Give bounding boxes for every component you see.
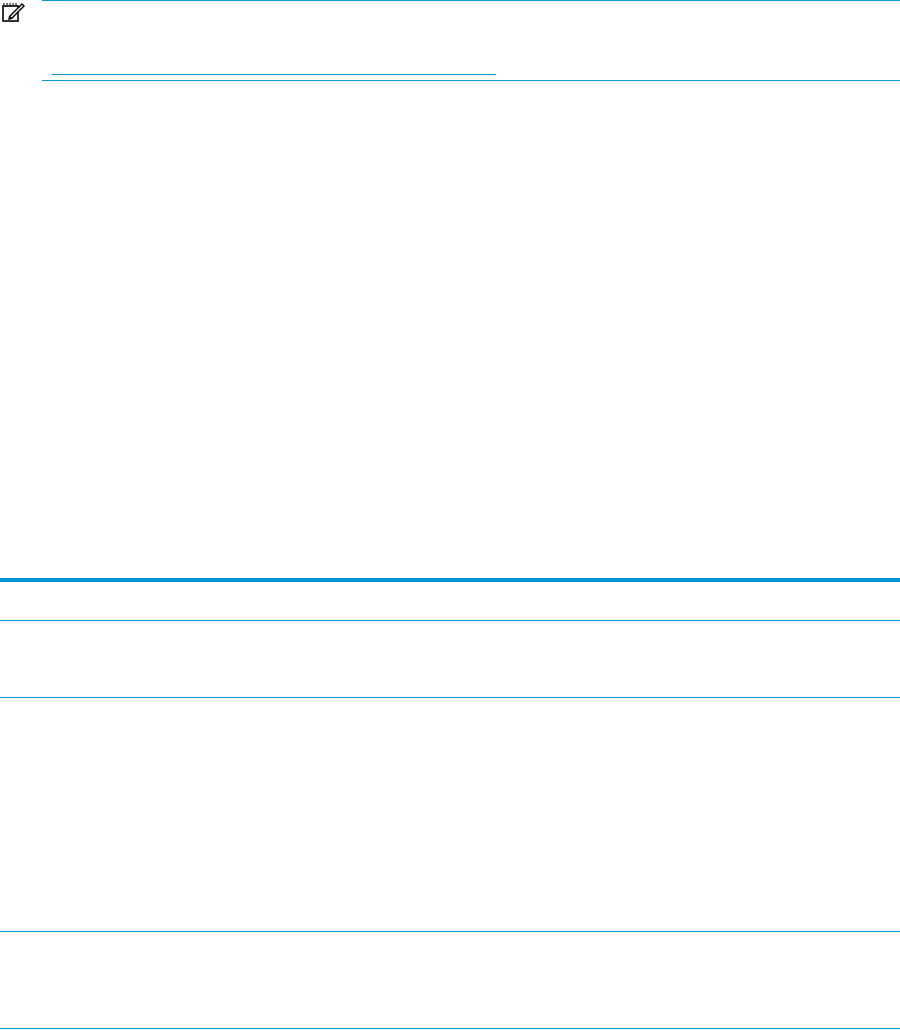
note-block	[0, 0, 900, 82]
table-row-divider	[0, 931, 900, 932]
table-header-rule	[0, 578, 900, 582]
table-row-divider	[0, 620, 900, 621]
table-row-divider	[0, 697, 900, 698]
note-bottom-rule	[42, 80, 900, 81]
data-table	[0, 578, 900, 1030]
note-top-rule	[42, 0, 900, 1]
table-row-divider	[0, 1028, 900, 1029]
note-link-underline	[52, 74, 496, 75]
note-pencil-icon	[2, 3, 25, 22]
